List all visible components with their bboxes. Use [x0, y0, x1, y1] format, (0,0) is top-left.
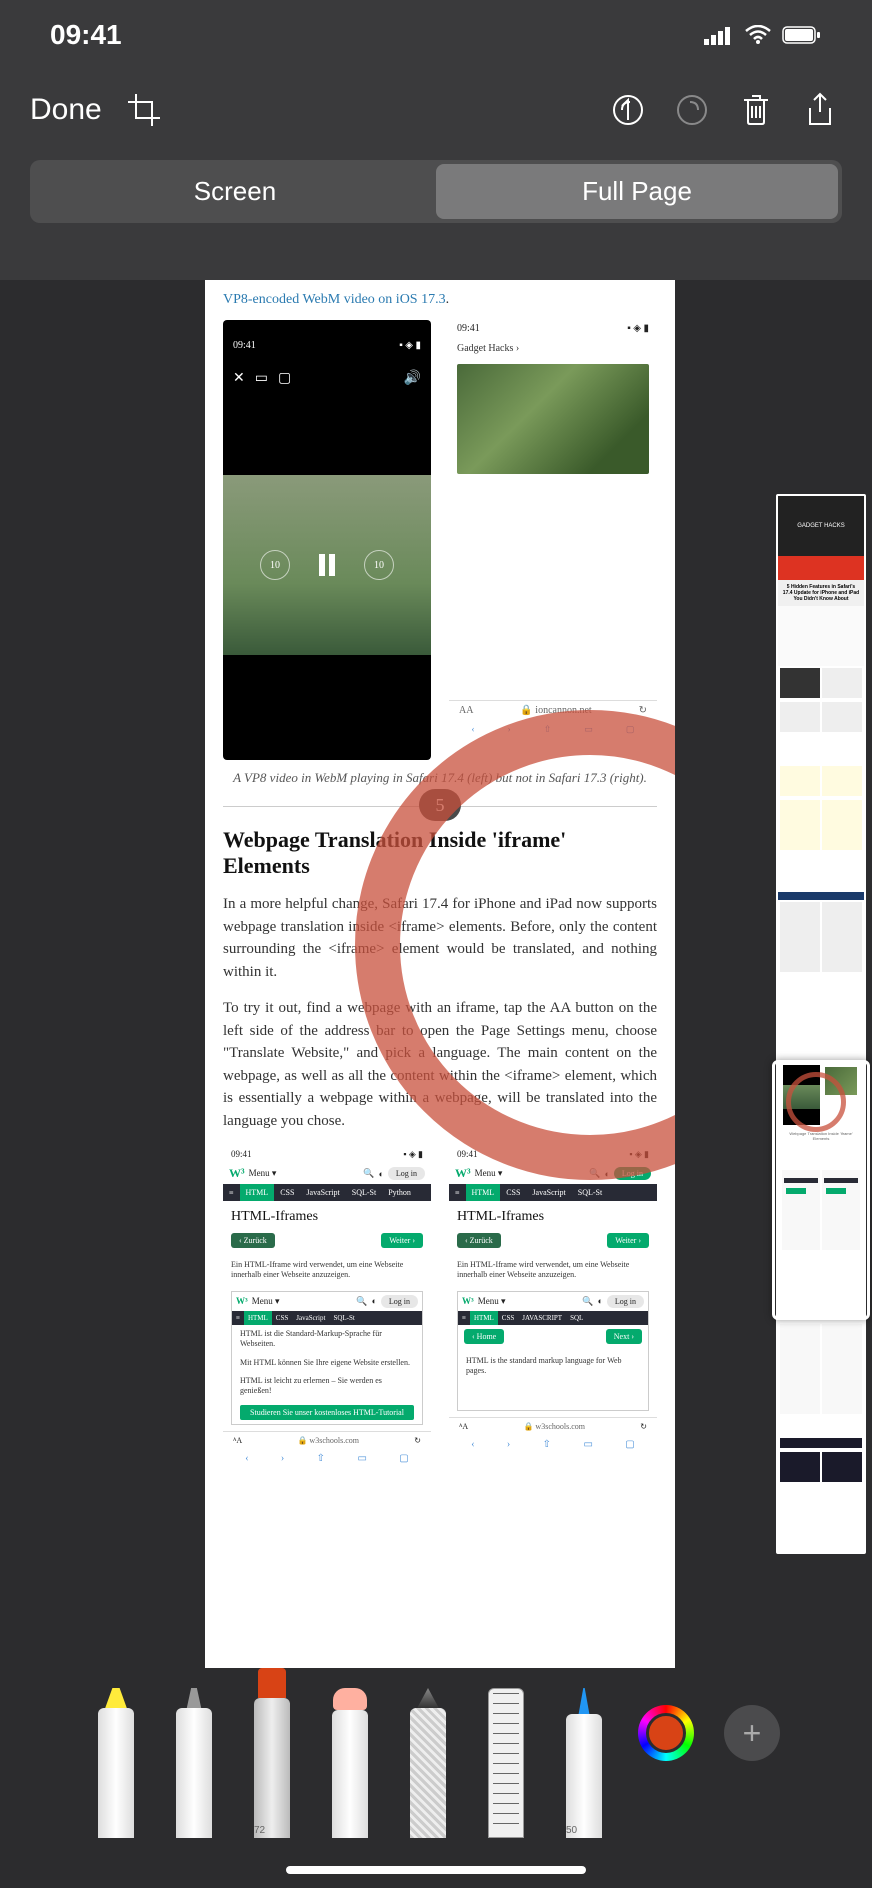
redo-icon	[670, 88, 714, 132]
done-button[interactable]: Done	[30, 93, 102, 127]
current-color	[646, 1713, 686, 1753]
toolbar: Done	[0, 70, 872, 150]
video-thumbnail	[457, 364, 649, 474]
page-preview[interactable]: VP8-encoded WebM video on iOS 17.3. 09:4…	[205, 280, 675, 1668]
battery-icon	[782, 25, 822, 45]
paragraph-2: To try it out, find a webpage with an if…	[223, 997, 657, 1132]
video-left-screenshot: 09:41 ▪ ◈ ▮ ✕▭▢🔊 10 10	[223, 320, 431, 760]
share-mini-icon: ⇧	[544, 724, 552, 735]
crop-icon[interactable]	[122, 88, 166, 132]
ruler-tool[interactable]	[482, 1688, 530, 1838]
undo-icon[interactable]	[606, 88, 650, 132]
video-frame: 10 10	[223, 475, 431, 655]
tab-bar: Screen Full Page	[30, 160, 842, 223]
bookmarks-icon: ▭	[584, 724, 593, 735]
nav-back-icon: ‹	[472, 724, 475, 735]
top-link: VP8-encoded WebM video on iOS 17.3	[223, 292, 446, 307]
cellular-icon	[704, 25, 734, 45]
wifi-icon	[744, 25, 772, 45]
video-right-screenshot: 09:41 ▪ ◈ ▮ Gadget Hacks › AA 🔒 ioncanno…	[449, 320, 657, 760]
share-icon[interactable]	[798, 88, 842, 132]
tabs-icon: ▢	[626, 724, 635, 735]
image-caption: A VP8 video in WebM playing in Safari 17…	[223, 770, 657, 786]
status-time: 09:41	[50, 19, 122, 51]
status-icons	[704, 25, 822, 45]
video-comparison-row: 09:41 ▪ ◈ ▮ ✕▭▢🔊 10 10 09:41 ▪ ◈ ▮	[223, 320, 657, 760]
color-picker[interactable]	[638, 1705, 694, 1761]
translate-right-screenshot: 09:41▪ ◈ ▮ W³ Menu ▾ 🔍 ◐ Log in ≡ HTML C…	[449, 1146, 657, 1468]
pen-tool-gray[interactable]	[170, 1688, 218, 1838]
trash-icon[interactable]	[734, 88, 778, 132]
tab-fullpage[interactable]: Full Page	[436, 164, 838, 219]
pen-tool-blue[interactable]: 50	[560, 1688, 608, 1838]
tab-screen[interactable]: Screen	[34, 164, 436, 219]
home-indicator[interactable]	[286, 1866, 586, 1874]
marker-tool[interactable]: 72	[248, 1668, 296, 1838]
section-divider: 5	[223, 806, 657, 807]
pencil-tool[interactable]	[404, 1688, 452, 1838]
add-tool-button[interactable]: +	[724, 1705, 780, 1761]
thumb-title: 5 Hidden Features in Safari's 17.4 Updat…	[778, 580, 864, 606]
content-area: VP8-encoded WebM video on iOS 17.3. 09:4…	[0, 280, 872, 1668]
pen-tool-yellow[interactable]	[92, 1688, 140, 1838]
section-number: 5	[419, 789, 461, 821]
pause-icon	[310, 548, 344, 582]
fullpage-thumbnail-strip[interactable]: GADGET HACKS 5 Hidden Features in Safari…	[776, 494, 866, 1554]
rewind-icon: 10	[260, 550, 290, 580]
eraser-tool[interactable]	[326, 1688, 374, 1838]
thumb-header: GADGET HACKS	[778, 496, 864, 556]
paragraph-1: In a more helpful change, Safari 17.4 fo…	[223, 893, 657, 983]
markup-tools-tray: 72 50 +	[0, 1668, 872, 1888]
section-title: Webpage Translation Inside 'iframe' Elem…	[223, 827, 657, 879]
reload-icon: ↻	[639, 705, 647, 716]
status-bar: 09:41	[0, 0, 872, 70]
translate-comparison-row: 09:41▪ ◈ ▮ W³ Menu ▾ 🔍 ◐ Log in ≡ HTML C…	[223, 1146, 657, 1468]
translate-left-screenshot: 09:41▪ ◈ ▮ W³ Menu ▾ 🔍 ◐ Log in ≡ HTML C…	[223, 1146, 431, 1468]
article-content: VP8-encoded WebM video on iOS 17.3. 09:4…	[205, 280, 675, 1480]
forward-icon: 10	[364, 550, 394, 580]
nav-fwd-icon: ›	[508, 724, 511, 735]
safari-bar: AA 🔒 ioncannon.net ↻ ‹ › ⇧ ▭ ▢	[449, 700, 657, 760]
